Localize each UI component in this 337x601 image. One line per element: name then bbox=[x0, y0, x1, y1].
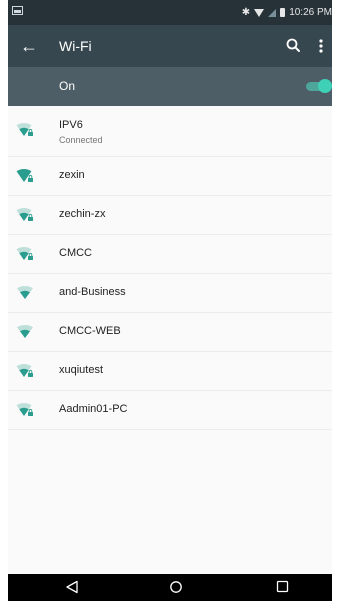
network-name: zexin bbox=[59, 169, 85, 181]
screenshot-icon bbox=[12, 6, 23, 15]
wifi-open-icon bbox=[17, 325, 33, 338]
wifi-secured-icon bbox=[16, 123, 33, 136]
network-list: IPV6 Connected zexin zechin-zx CMCC and-… bbox=[8, 106, 332, 430]
search-icon[interactable] bbox=[284, 36, 304, 56]
status-bar: ✱ 10:26 PM bbox=[8, 0, 332, 25]
status-icons: ✱ 10:26 PM bbox=[242, 0, 332, 25]
wifi-secured-icon bbox=[16, 364, 33, 377]
network-row-and-business[interactable]: and-Business bbox=[8, 274, 332, 313]
nav-recents-icon[interactable] bbox=[276, 580, 289, 593]
nav-home-icon[interactable] bbox=[169, 580, 183, 594]
wifi-secured-icon bbox=[16, 169, 33, 182]
wifi-secured-icon bbox=[16, 247, 33, 260]
battery-icon bbox=[280, 8, 286, 17]
wifi-switch-label: On bbox=[59, 79, 76, 93]
wifi-secured-icon bbox=[16, 403, 33, 416]
network-row-cmcc[interactable]: CMCC bbox=[8, 235, 332, 274]
network-name: zechin-zx bbox=[59, 208, 106, 220]
network-row-zechin-zx[interactable]: zechin-zx bbox=[8, 196, 332, 235]
nav-back-icon[interactable] bbox=[65, 580, 79, 594]
wifi-master-switch-bar[interactable]: On bbox=[8, 67, 332, 106]
network-row-cmcc-web[interactable]: CMCC-WEB bbox=[8, 313, 332, 352]
signal-icon bbox=[268, 8, 277, 17]
network-name: CMCC bbox=[59, 247, 92, 259]
status-time: 10:26 PM bbox=[289, 7, 332, 18]
android-screen: ✱ 10:26 PM ← Wi-Fi On IPV6 Connected zex… bbox=[8, 0, 332, 601]
bluetooth-icon: ✱ bbox=[241, 7, 251, 18]
navigation-bar bbox=[8, 574, 332, 601]
network-name: xuqiutest bbox=[59, 364, 104, 376]
wifi-icon bbox=[254, 8, 265, 17]
network-name: CMCC-WEB bbox=[59, 325, 121, 337]
device-frame-left bbox=[0, 0, 8, 601]
network-status: Connected bbox=[59, 135, 103, 145]
network-name: Aadmin01-PC bbox=[59, 403, 128, 415]
page-title: Wi-Fi bbox=[59, 38, 92, 54]
device-frame-right bbox=[332, 0, 337, 601]
app-toolbar: ← Wi-Fi bbox=[8, 25, 332, 67]
network-row-aadmin01-pc[interactable]: Aadmin01-PC bbox=[8, 391, 332, 430]
network-row-zexin[interactable]: zexin bbox=[8, 157, 332, 196]
toggle-thumb bbox=[318, 79, 332, 93]
wifi-secured-icon bbox=[16, 208, 33, 221]
wifi-toggle[interactable] bbox=[306, 79, 332, 94]
network-name: and-Business bbox=[59, 286, 126, 298]
network-row-ipv6[interactable]: IPV6 Connected bbox=[8, 106, 332, 157]
network-name: IPV6 bbox=[59, 119, 83, 131]
network-row-xuqiutest[interactable]: xuqiutest bbox=[8, 352, 332, 391]
overflow-menu-icon[interactable] bbox=[314, 36, 328, 56]
wifi-open-icon bbox=[17, 286, 33, 299]
back-arrow-icon[interactable]: ← bbox=[14, 31, 44, 61]
